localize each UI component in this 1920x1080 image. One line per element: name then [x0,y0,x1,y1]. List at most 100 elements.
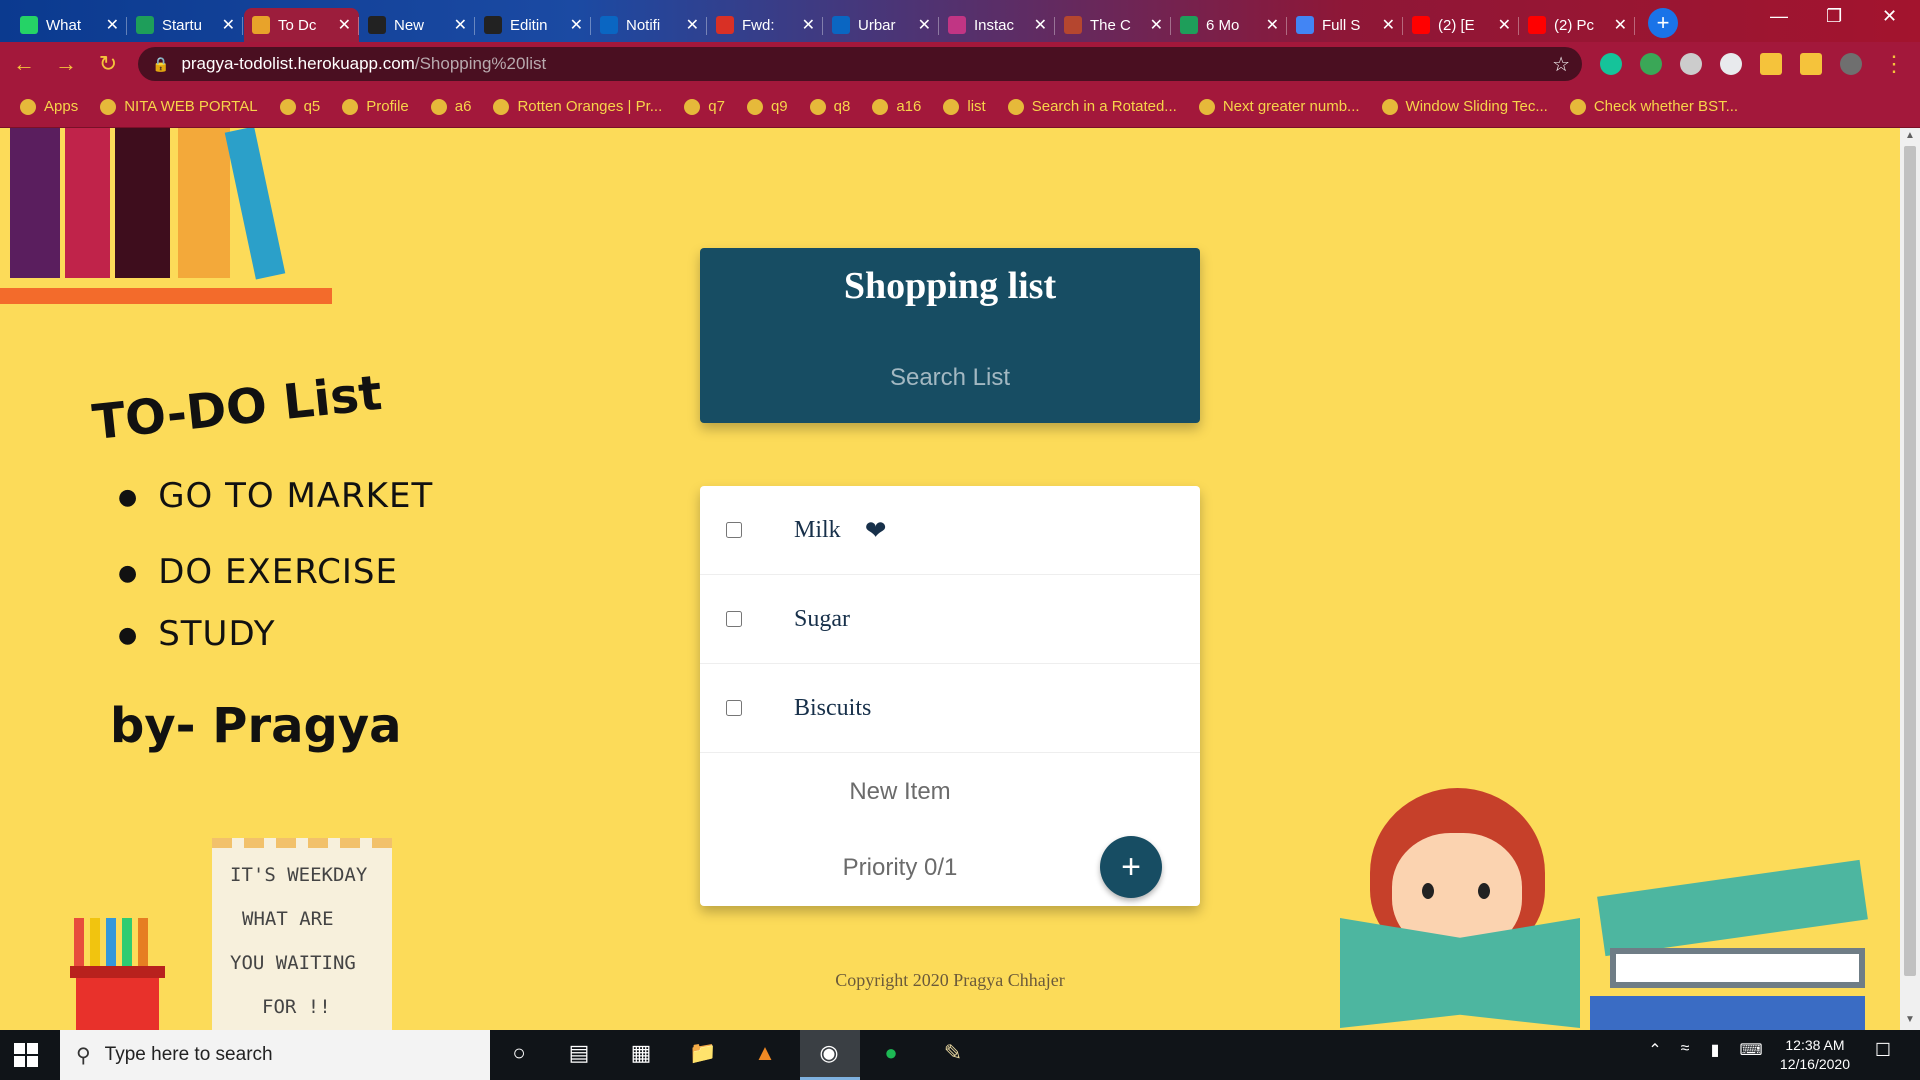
bookmark-favicon-icon [100,98,117,115]
chevron-up-icon[interactable]: ⌃ [1640,1040,1670,1070]
bookmark-item[interactable]: a16 [872,98,921,115]
bookmark-star-icon[interactable]: ☆ [1552,52,1570,77]
address-bar[interactable]: 🔒 pragya-todolist.herokuapp.com /Shoppin… [138,47,1582,81]
vlc-icon[interactable]: ▲ [750,1040,780,1070]
close-tab-icon[interactable]: ✕ [338,15,351,35]
taskbar-search-box[interactable]: ⚲ Type here to search [60,1030,490,1080]
extension-icon[interactable] [1720,53,1742,75]
heart-icon[interactable]: ❤ [865,515,887,546]
task-view-icon[interactable]: ▤ [564,1040,594,1070]
browser-tab[interactable]: Full S ✕ [1288,8,1403,42]
close-tab-icon[interactable]: ✕ [802,15,815,35]
cortana-icon[interactable]: ○ [504,1040,534,1070]
browser-tab[interactable]: To Dc ✕ [244,8,359,42]
close-tab-icon[interactable]: ✕ [1614,15,1627,35]
item-checkbox[interactable] [726,700,742,716]
bookmark-item[interactable]: q7 [684,98,725,115]
bookmark-item[interactable]: Next greater numb... [1198,98,1360,115]
close-tab-icon[interactable]: ✕ [1266,15,1279,35]
browser-tab[interactable]: Urbar ✕ [824,8,939,42]
minimize-button[interactable]: — [1770,6,1788,27]
bookmark-item[interactable]: a6 [430,98,472,115]
profile-avatar[interactable] [1840,53,1862,75]
bookmark-item[interactable]: Rotten Oranges | Pr... [493,98,662,115]
scroll-up-arrow-icon[interactable]: ▲ [1905,130,1915,141]
notification-icon[interactable]: ☐ [1868,1040,1898,1070]
browser-tab[interactable]: What ✕ [12,8,127,42]
keyboard-icon[interactable]: ⌨ [1736,1040,1766,1070]
chrome-icon[interactable]: ◉ [814,1040,844,1070]
reading-list-icon[interactable] [1800,53,1822,75]
todo-page: TO-DO List GO TO MARKET DO EXERCISE STUD… [0,128,1900,1030]
browser-tab[interactable]: 6 Mo ✕ [1172,8,1287,42]
item-checkbox[interactable] [726,611,742,627]
close-tab-icon[interactable]: ✕ [1034,15,1047,35]
browser-tab[interactable]: Notifi ✕ [592,8,707,42]
page-scrollbar[interactable]: ▲ ▼ [1900,128,1920,1030]
search-input[interactable] [750,364,1150,392]
new-tab-button[interactable]: + [1648,8,1678,38]
store-app-icon[interactable]: ▦ [626,1040,656,1070]
girl-reading-illustration [1330,788,1600,1030]
close-tab-icon[interactable]: ✕ [1498,15,1511,35]
browser-tab[interactable]: Instac ✕ [940,8,1055,42]
bookmark-item[interactable]: Check whether BST... [1569,98,1738,115]
bookmark-item[interactable]: Window Sliding Tec... [1381,98,1548,115]
extension-icon[interactable] [1640,53,1662,75]
bookmark-label: a6 [454,98,472,115]
url-host: pragya-todolist.herokuapp.com [181,54,415,73]
close-tab-icon[interactable]: ✕ [1150,15,1163,35]
illustration-author: by- Pragya [110,698,402,754]
wifi-icon[interactable]: ≈ [1670,1040,1700,1070]
close-window-button[interactable]: ✕ [1882,6,1897,27]
menu-kebab-icon[interactable]: ⋮ [1876,51,1912,77]
app-icon[interactable]: ✎ [938,1040,968,1070]
bookmark-item[interactable]: q5 [279,98,321,115]
scroll-down-arrow-icon[interactable]: ▼ [1905,1014,1915,1025]
bookmark-item[interactable]: Profile [342,98,409,115]
bookmark-label: q9 [770,98,788,115]
bookmark-item[interactable]: Apps [20,98,78,115]
browser-tab[interactable]: Startu ✕ [128,8,243,42]
add-item-button[interactable]: + [1100,836,1162,898]
bookmark-item[interactable]: Search in a Rotated... [1007,98,1177,115]
restore-button[interactable]: ❐ [1826,6,1842,27]
bookmark-favicon-icon [493,98,510,115]
system-clock[interactable]: 12:38 AM 12/16/2020 [1780,1036,1850,1074]
close-tab-icon[interactable]: ✕ [918,15,931,35]
close-tab-icon[interactable]: ✕ [222,15,235,35]
priority-input[interactable] [770,854,1030,882]
close-tab-icon[interactable]: ✕ [106,15,119,35]
item-checkbox[interactable] [726,522,742,538]
battery-icon[interactable]: ▮ [1700,1040,1730,1070]
spotify-icon[interactable]: ● [876,1040,906,1070]
extension-icon[interactable] [1680,53,1702,75]
search-icon: ⚲ [76,1044,91,1067]
browser-tab[interactable]: (2) Pc ✕ [1520,8,1635,42]
reload-button[interactable]: ↻ [90,51,126,77]
browser-tab[interactable]: The C ✕ [1056,8,1171,42]
close-tab-icon[interactable]: ✕ [1382,15,1395,35]
scrollbar-thumb[interactable] [1904,146,1916,976]
browser-tab[interactable]: Editin ✕ [476,8,591,42]
close-tab-icon[interactable]: ✕ [570,15,583,35]
close-tab-icon[interactable]: ✕ [454,15,467,35]
back-button[interactable]: ← [6,51,42,77]
windows-start-icon[interactable] [14,1043,38,1067]
forward-button[interactable]: → [48,51,84,77]
bookmark-item[interactable]: list [943,98,986,115]
bookmark-label: q5 [303,98,321,115]
browser-tab[interactable]: Fwd: ✕ [708,8,823,42]
close-tab-icon[interactable]: ✕ [686,15,699,35]
grammarly-extension-icon[interactable] [1600,53,1622,75]
file-explorer-icon[interactable]: 📁 [688,1040,718,1070]
new-item-input[interactable] [770,778,1030,806]
plus-icon [136,16,154,34]
puzzle-extensions-icon[interactable] [1760,53,1782,75]
bookmark-item[interactable]: q9 [746,98,788,115]
browser-tab[interactable]: New ✕ [360,8,475,42]
bookmark-item[interactable]: q8 [809,98,850,115]
browser-tab[interactable]: (2) [E ✕ [1404,8,1519,42]
bookmark-item[interactable]: NITA WEB PORTAL [100,98,258,115]
tab-label: Notifi [626,16,661,34]
